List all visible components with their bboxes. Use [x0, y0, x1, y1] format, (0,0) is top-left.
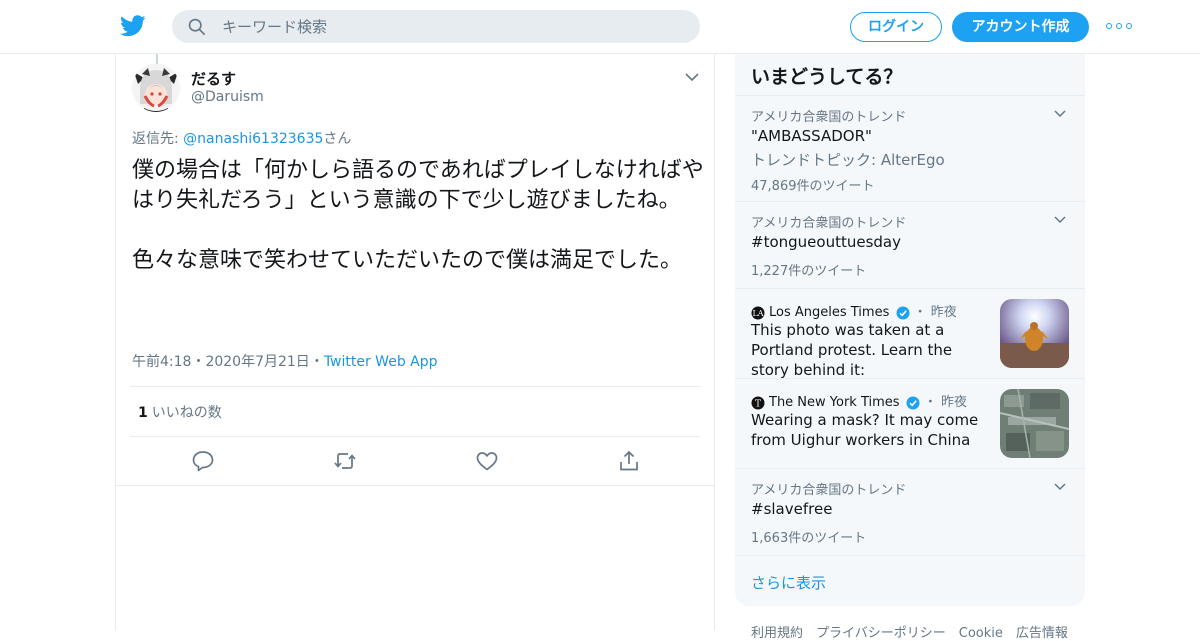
top-navigation-bar: ログイン アカウント作成 — [0, 0, 1200, 54]
user-avatar[interactable] — [132, 64, 180, 112]
reply-suffix: さん — [323, 131, 352, 147]
la-times-logo-icon: LA — [751, 306, 765, 319]
thread-line — [156, 54, 158, 64]
divider — [130, 386, 700, 387]
user-handle[interactable]: @Daruism — [191, 89, 264, 105]
news-thumbnail[interactable] — [1000, 389, 1069, 458]
trend-name: "AMBASSADOR" — [751, 127, 872, 145]
news-item[interactable]: LA Los Angeles Times ・ 昨夜 This photo was… — [735, 288, 1085, 379]
tweet-metadata: 午前4:18・2020年7月21日・Twitter Web App — [132, 351, 438, 371]
more-dots-icon[interactable] — [1106, 18, 1132, 34]
signup-button[interactable]: アカウント作成 — [952, 12, 1089, 42]
protest-photo-image — [1000, 299, 1069, 368]
meta-separator: ・ — [191, 354, 206, 370]
trend-item[interactable]: アメリカ合衆国のトレンド #slavefree 1,663件のツイート — [735, 468, 1085, 555]
avatar-illustration — [132, 64, 180, 112]
trends-title: いまどうしてる？ — [751, 66, 903, 88]
reply-icon[interactable] — [191, 449, 215, 473]
retweet-icon[interactable] — [333, 449, 357, 473]
search-icon — [188, 18, 206, 36]
verified-badge-icon — [896, 306, 909, 319]
chevron-down-icon[interactable] — [1053, 108, 1067, 120]
reply-to-link[interactable]: @nanashi61323635 — [183, 131, 323, 147]
reply-prefix: 返信先: — [132, 131, 184, 147]
trend-name: #tongueouttuesday — [751, 233, 901, 251]
news-headline: This photo was taken at a Portland prote… — [751, 321, 953, 379]
footer-links[interactable]: 利用規約 プライバシーポリシー Cookie 広告情報 — [751, 622, 1068, 641]
news-source: LA Los Angeles Times ・ 昨夜 — [751, 305, 957, 320]
search-box[interactable] — [172, 10, 700, 43]
divider — [130, 436, 700, 437]
show-more-row[interactable]: さらに表示 — [735, 555, 1085, 606]
tweet-date[interactable]: 2020年7月21日 — [205, 354, 309, 370]
trend-name: #slavefree — [751, 500, 833, 518]
like-icon[interactable] — [475, 449, 499, 473]
chevron-down-icon[interactable] — [1053, 214, 1067, 226]
svg-text:T: T — [755, 399, 761, 409]
tweet-text: 僕の場合は「何かしら語るのであればプレイしなければやはり失礼だろう」という意識の… — [132, 156, 704, 276]
aerial-photo-image — [1000, 389, 1069, 458]
chevron-down-icon[interactable] — [684, 70, 700, 84]
tweet-paragraph-1: 僕の場合は「何かしら語るのであればプレイしなければやはり失礼だろう」という意識の… — [132, 158, 704, 213]
verified-badge-icon — [906, 396, 920, 409]
reply-to-line: 返信先: @nanashi61323635さん — [132, 128, 351, 148]
trend-tweet-count: 47,869件のツイート — [751, 179, 875, 194]
news-source: T The New York Times ・ 昨夜 — [751, 391, 967, 410]
news-time: 昨夜 — [930, 305, 957, 320]
news-thumbnail[interactable] — [1000, 299, 1069, 368]
trend-context: アメリカ合衆国のトレンド — [751, 110, 907, 125]
trend-tweet-count: 1,227件のツイート — [751, 264, 867, 279]
news-item[interactable]: T The New York Times ・ 昨夜 Wearing a mask… — [735, 378, 1085, 468]
share-icon[interactable] — [617, 449, 641, 473]
trends-panel: いまどうしてる？ アメリカ合衆国のトレンド "AMBASSADOR" トレンドト… — [735, 54, 1085, 606]
likes-stat[interactable]: 1 いいねの数 — [138, 402, 222, 422]
show-more-link[interactable]: さらに表示 — [751, 572, 826, 593]
news-headline: Wearing a mask? It may come from Uighur … — [751, 411, 979, 449]
tweet-time[interactable]: 午前4:18 — [132, 354, 191, 370]
tweet-source-link[interactable]: Twitter Web App — [324, 354, 438, 370]
display-name[interactable]: だるす — [191, 68, 236, 89]
news-time: 昨夜 — [940, 395, 967, 410]
tweet-actions — [116, 449, 714, 473]
trend-tweet-count: 1,663件のツイート — [751, 531, 867, 546]
trend-item[interactable]: アメリカ合衆国のトレンド "AMBASSADOR" トレンドトピック: Alte… — [735, 95, 1085, 201]
trend-topic: トレンドトピック: AlterEgo — [751, 151, 945, 169]
news-source-name: Los Angeles Times — [769, 305, 890, 320]
search-input[interactable] — [222, 10, 682, 43]
like-count: 1 — [138, 405, 148, 421]
trend-context: アメリカ合衆国のトレンド — [751, 216, 907, 231]
news-source-name: The New York Times — [769, 395, 900, 410]
twitter-bird-icon[interactable] — [120, 14, 146, 38]
chevron-down-icon[interactable] — [1053, 481, 1067, 493]
tweet-paragraph-2: 色々な意味で笑わせていただいたので僕は満足でした。 — [132, 248, 683, 273]
tweet-permalink: だるす @Daruism 返信先: @nanashi61323635さん 僕の場… — [115, 54, 715, 630]
trend-item[interactable]: アメリカ合衆国のトレンド #tongueouttuesday 1,227件のツイ… — [735, 201, 1085, 288]
trend-context: アメリカ合衆国のトレンド — [751, 483, 907, 498]
meta-separator: ・ — [309, 354, 324, 370]
divider — [116, 485, 714, 486]
like-label: いいねの数 — [151, 405, 222, 421]
svg-text:LA: LA — [752, 309, 763, 318]
login-button[interactable]: ログイン — [850, 12, 942, 42]
nyt-logo-icon: T — [751, 396, 765, 409]
